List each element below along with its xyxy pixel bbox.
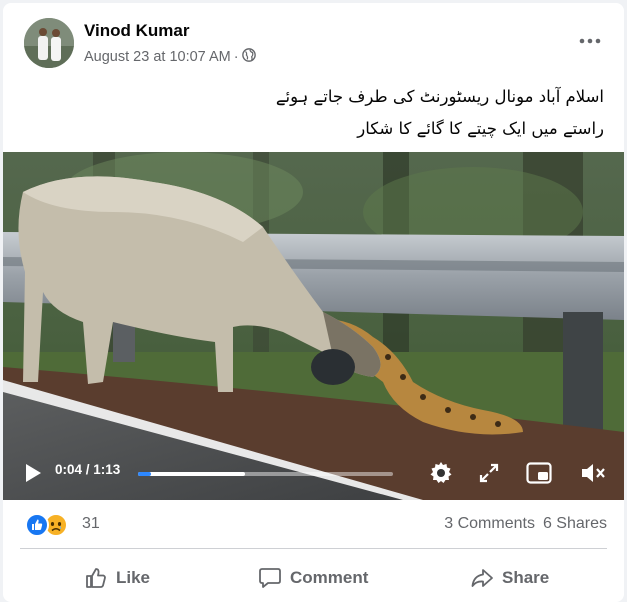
comment-button[interactable]: Comment xyxy=(258,556,368,600)
meta-separator: · xyxy=(233,49,239,65)
post-meta: August 23 at 10:07 AM · xyxy=(84,48,256,66)
engagement-counts: 3 Comments 6 Shares xyxy=(444,515,607,533)
fullscreen-button[interactable] xyxy=(475,458,503,488)
more-options-button[interactable] xyxy=(578,29,602,53)
reaction-count[interactable]: 31 xyxy=(82,515,100,533)
duration: 1:13 xyxy=(93,462,121,477)
author-name[interactable]: Vinod Kumar xyxy=(84,21,189,41)
video-controls: 0:04 / 1:13 xyxy=(3,448,624,500)
picture-in-picture-icon xyxy=(526,462,552,484)
video-time: 0:04 / 1:13 xyxy=(55,462,120,477)
post-caption: اسلام آباد مونال ریسٹورنٹ کی طرف جاتے ہو… xyxy=(44,81,604,145)
share-arrow-icon xyxy=(471,569,493,587)
share-label: Share xyxy=(502,568,550,587)
settings-button[interactable] xyxy=(426,458,456,488)
globe-icon xyxy=(241,48,256,66)
facebook-post: Vinod Kumar August 23 at 10:07 AM · اسلا… xyxy=(3,3,624,602)
shares-count[interactable]: 6 Shares xyxy=(543,515,607,533)
more-horizontal-icon xyxy=(579,38,601,44)
video-player[interactable]: 0:04 / 1:13 xyxy=(3,152,624,500)
play-button[interactable] xyxy=(19,458,47,488)
share-button[interactable]: Share xyxy=(470,556,549,600)
thumbs-up-icon xyxy=(86,568,106,588)
volume-muted-icon xyxy=(582,464,605,482)
post-header: Vinod Kumar August 23 at 10:07 AM · xyxy=(3,3,624,79)
caption-line: راستے میں ایک چیتے کا گائے کا شکار xyxy=(357,119,604,138)
reaction-summary[interactable] xyxy=(25,513,68,537)
played-bar xyxy=(138,472,151,476)
author-avatar[interactable] xyxy=(24,18,74,68)
post-timestamp[interactable]: August 23 at 10:07 AM xyxy=(84,49,231,65)
volume-button[interactable] xyxy=(578,458,608,488)
caption-line: اسلام آباد مونال ریسٹورنٹ کی طرف جاتے ہو… xyxy=(275,87,604,106)
post-actions: Like Comment Share xyxy=(3,556,624,600)
video-seek-bar[interactable] xyxy=(138,472,393,476)
comment-label: Comment xyxy=(290,568,369,587)
comment-bubble-icon xyxy=(259,568,281,588)
like-label: Like xyxy=(116,568,151,587)
time-separator: / xyxy=(82,462,94,477)
buffered-bar xyxy=(138,472,246,476)
actions-divider xyxy=(20,548,607,549)
fullscreen-expand-icon xyxy=(479,463,499,483)
current-time: 0:04 xyxy=(55,462,83,477)
comments-count[interactable]: 3 Comments xyxy=(444,515,535,533)
picture-in-picture-button[interactable] xyxy=(524,458,554,488)
settings-gear-icon xyxy=(430,462,452,483)
like-reaction-icon xyxy=(25,513,49,537)
play-icon xyxy=(26,464,41,482)
like-button[interactable]: Like xyxy=(84,556,150,600)
post-stats: 31 3 Comments 6 Shares xyxy=(3,509,624,539)
